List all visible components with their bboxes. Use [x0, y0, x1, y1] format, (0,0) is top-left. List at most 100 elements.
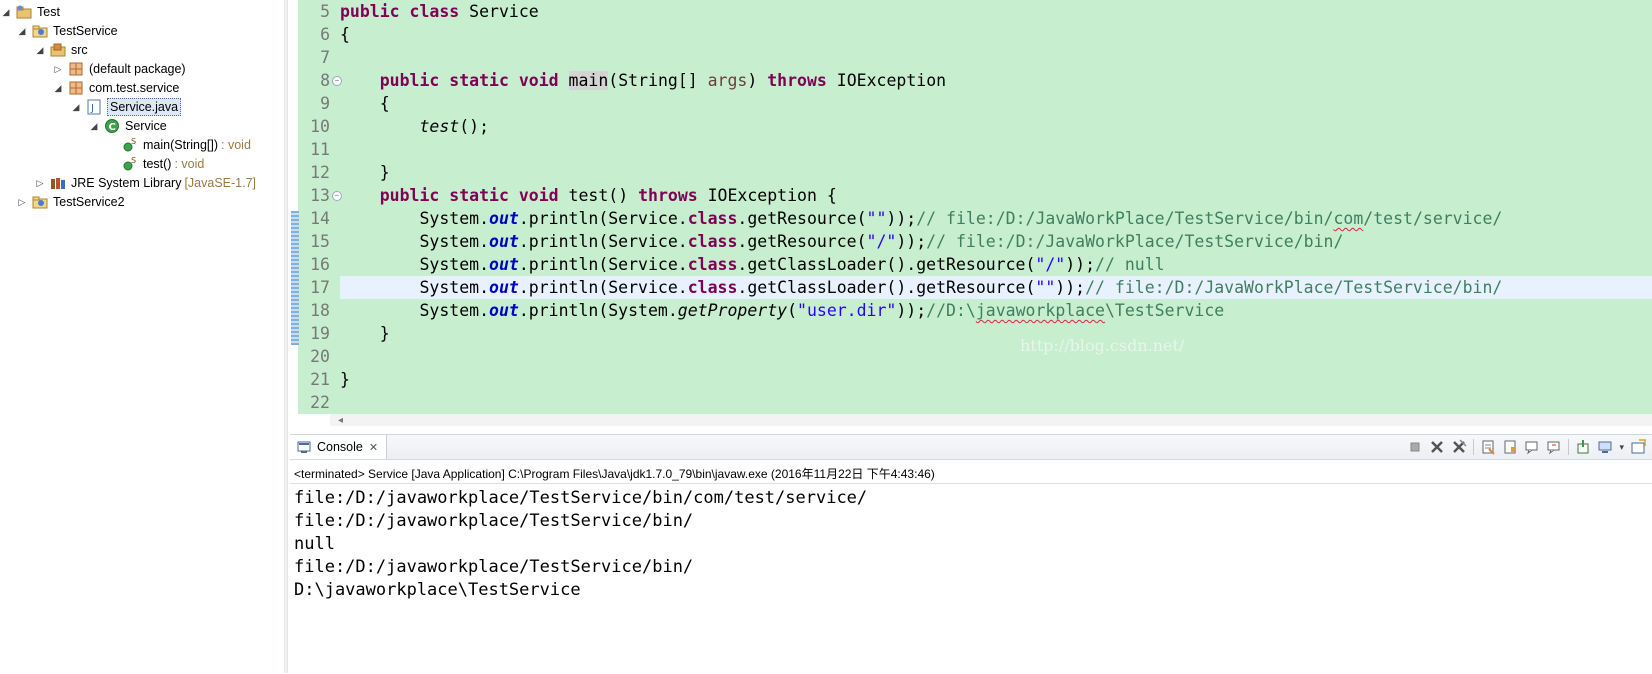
code-token: .println(Service.	[518, 278, 688, 297]
console-view: Console ✕ ▾ <terminated> Service [Java A…	[290, 434, 1652, 674]
horizontal-scrollbar[interactable]	[330, 414, 1652, 426]
line-number: 16	[310, 255, 330, 274]
comment: \TestService	[1104, 301, 1225, 320]
tree-item-jre-library[interactable]: ▷ JRE System Library [JavaSE-1.7]	[34, 173, 257, 193]
keyword: void	[518, 186, 559, 205]
scroll-left-arrow-icon[interactable]: ◂	[338, 415, 343, 426]
tree-item-test-project[interactable]: ◢ Test	[0, 2, 60, 22]
tree-item-src[interactable]: ◢ src	[34, 40, 88, 60]
expanded-arrow-icon[interactable]: ◢	[0, 2, 12, 22]
tree-item-test-method[interactable]: S test() : void	[122, 154, 204, 174]
code-line: System.out.println(Service.class.getReso…	[340, 230, 1652, 253]
library-icon	[50, 175, 66, 191]
toolbar-separator	[1568, 439, 1570, 455]
line-number: 6	[320, 25, 330, 44]
console-icon	[296, 439, 312, 455]
tree-item-label: Test	[37, 5, 60, 19]
keyword: class	[687, 255, 738, 274]
collapsed-arrow-icon[interactable]: ▷	[52, 59, 64, 79]
expanded-arrow-icon[interactable]: ◢	[52, 78, 64, 98]
code-token: .getResource(	[737, 209, 867, 228]
tree-item-service-class[interactable]: ◢ C Service	[88, 116, 167, 136]
string-literal: "/"	[866, 232, 897, 251]
code-token: ));	[896, 232, 927, 251]
chevron-down-icon[interactable]: ▾	[1619, 442, 1624, 453]
keyword: public	[379, 186, 440, 205]
tree-item-default-package[interactable]: ▷ (default package)	[52, 59, 186, 79]
code-token: IOException {	[707, 186, 837, 205]
code-line: test();	[340, 115, 1652, 138]
pin-console-icon[interactable]	[1575, 439, 1591, 455]
expanded-arrow-icon[interactable]: ◢	[88, 116, 100, 136]
toolbar-separator	[1473, 439, 1475, 455]
keyword: class	[409, 2, 460, 21]
line-number: 8	[320, 71, 330, 90]
console-tab-bar: Console ✕ ▾	[290, 435, 1652, 460]
collapsed-arrow-icon[interactable]: ▷	[34, 173, 46, 193]
clear-console-icon[interactable]	[1480, 439, 1496, 455]
keyword: throws	[638, 186, 698, 205]
tab-console[interactable]: Console ✕	[290, 435, 388, 459]
display-console-icon[interactable]	[1597, 439, 1613, 455]
terminate-icon[interactable]	[1407, 439, 1423, 455]
brace: }	[340, 370, 350, 389]
tree-item-label: Service	[125, 119, 167, 133]
code-token: ();	[459, 117, 490, 136]
brace: {	[379, 94, 390, 113]
code-token: IOException	[836, 71, 947, 90]
line-number: 13	[310, 186, 330, 205]
code-token: ));	[896, 301, 927, 320]
keyword: public	[379, 71, 440, 90]
overview-ruler	[290, 0, 299, 414]
keyword: class	[687, 209, 738, 228]
line-number: 7	[320, 48, 330, 67]
tree-item-service-java[interactable]: ◢ J Service.java	[70, 97, 182, 117]
collapsed-arrow-icon[interactable]: ▷	[16, 192, 28, 212]
code-editor[interactable]: 5 6 7 8 9 10 11 12 13 14 15 16 17 18 19 …	[290, 0, 1652, 414]
svg-text:J: J	[90, 103, 94, 114]
output-line: null	[294, 534, 335, 554]
console-output[interactable]: file:/D:/javaworkplace/TestService/bin/c…	[294, 487, 867, 602]
open-console-icon[interactable]	[1630, 439, 1646, 455]
close-icon[interactable]: ✕	[369, 441, 378, 454]
output-line: file:/D:/javaworkplace/TestService/bin/	[294, 557, 694, 577]
scroll-lock-icon[interactable]	[1502, 439, 1518, 455]
keyword: static	[449, 71, 509, 90]
field: out	[489, 209, 519, 228]
expanded-arrow-icon[interactable]: ◢	[70, 97, 82, 117]
code-token: test()	[568, 186, 639, 205]
remove-all-terminated-icon[interactable]	[1451, 439, 1467, 455]
code-line: }	[340, 368, 1652, 391]
code-token: )	[747, 71, 768, 90]
code-area[interactable]: public class Service { public static voi…	[340, 0, 1652, 404]
code-token: ));	[886, 209, 917, 228]
tree-item-label: test()	[143, 157, 172, 171]
tree-item-testservice[interactable]: ◢ TestService	[16, 21, 118, 41]
view-divider[interactable]	[284, 0, 288, 673]
remove-launch-icon[interactable]	[1429, 439, 1445, 455]
field: out	[489, 301, 519, 320]
tree-item-testservice2[interactable]: ▷ TestService2	[16, 192, 125, 212]
watermark: http://blog.csdn.net/	[1020, 336, 1185, 355]
tree-item-label: (default package)	[89, 62, 186, 76]
expanded-arrow-icon[interactable]: ◢	[16, 21, 28, 41]
code-token: .println(Service.	[518, 232, 688, 251]
tree-item-label: Service.java	[107, 98, 182, 116]
tree-item-label: main(String[])	[143, 138, 219, 152]
code-token: (String[]	[608, 71, 708, 90]
tree-item-label: src	[71, 43, 88, 57]
line-number: 22	[310, 393, 330, 412]
expanded-arrow-icon[interactable]: ◢	[34, 40, 46, 60]
comment: com	[1333, 209, 1364, 228]
tree-item-main-method[interactable]: S main(String[]) : void	[122, 135, 251, 155]
keyword: static	[449, 186, 509, 205]
string-literal: "/"	[1035, 255, 1066, 274]
tree-item-detail: : void	[174, 157, 205, 171]
code-token: .println(Service.	[518, 209, 688, 228]
tree-item-com-test-service[interactable]: ◢ com.test.service	[52, 78, 180, 98]
method-call: getProperty	[677, 301, 788, 320]
show-on-error-icon[interactable]	[1546, 439, 1562, 455]
class-name: Service	[469, 2, 539, 21]
show-on-output-icon[interactable]	[1524, 439, 1540, 455]
console-status-line: <terminated> Service [Java Application] …	[294, 467, 935, 481]
